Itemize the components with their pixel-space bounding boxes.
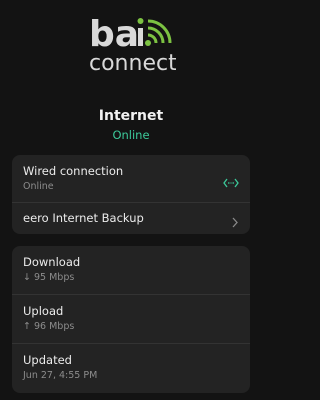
upload-label: Upload	[23, 304, 64, 318]
stats-card: Download ↓ 95 Mbps Upload ↑ 96 Mbps Upda…	[12, 246, 250, 393]
wired-connection-row[interactable]: Wired connection Online	[12, 155, 250, 203]
internet-status: Online	[112, 128, 150, 142]
connection-card: Wired connection Online eero Internet Ba…	[12, 155, 250, 234]
updated-row: Updated Jun 27, 4:55 PM	[12, 344, 250, 393]
internet-backup-row[interactable]: eero Internet Backup	[12, 203, 250, 234]
page-title: Internet	[98, 108, 164, 124]
updated-value: Jun 27, 4:55 PM	[23, 370, 98, 381]
connection-arrows-icon	[223, 173, 239, 192]
wired-connection-status: Online	[23, 181, 54, 192]
wired-connection-label: Wired connection	[23, 164, 124, 178]
internet-backup-label: eero Internet Backup	[23, 211, 144, 225]
download-row: Download ↓ 95 Mbps	[12, 246, 250, 295]
download-label: Download	[23, 255, 81, 269]
chevron-right-icon	[231, 213, 239, 232]
download-value: ↓ 95 Mbps	[23, 272, 75, 283]
bai-connect-logo: ba connect	[88, 8, 176, 72]
upload-row: Upload ↑ 96 Mbps	[12, 295, 250, 344]
upload-value: ↑ 96 Mbps	[23, 321, 75, 332]
svg-text:connect: connect	[89, 51, 176, 72]
svg-text:ba: ba	[89, 14, 139, 55]
updated-label: Updated	[23, 353, 72, 367]
